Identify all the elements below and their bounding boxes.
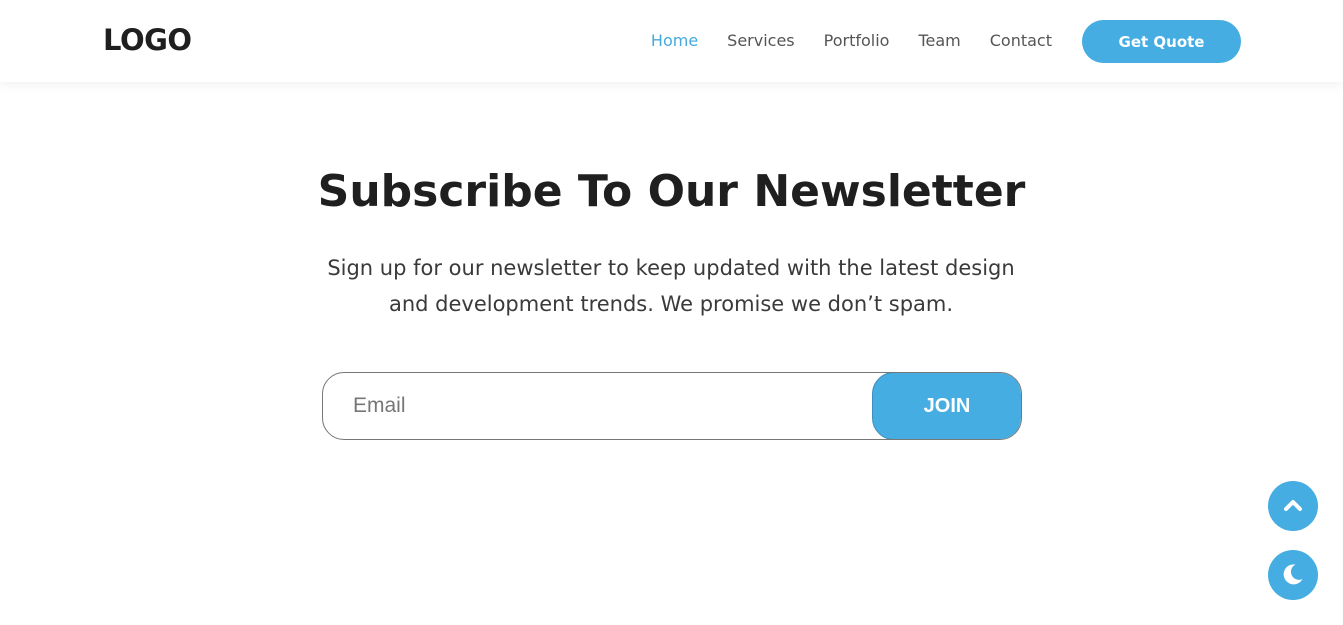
newsletter-description: Sign up for our newsletter to keep updat…: [327, 256, 1015, 316]
nav-item-home[interactable]: Home: [651, 31, 698, 51]
nav-item-portfolio[interactable]: Portfolio: [824, 31, 890, 51]
nav-item-contact[interactable]: Contact: [990, 31, 1052, 51]
get-quote-button[interactable]: Get Quote: [1082, 20, 1241, 63]
nav-item-team[interactable]: Team: [918, 31, 960, 51]
email-input[interactable]: [323, 373, 873, 439]
site-header: LOGO Home Services Portfolio Team Contac…: [0, 0, 1343, 82]
newsletter-form: JOIN: [322, 372, 1022, 440]
join-button[interactable]: JOIN: [872, 373, 1021, 439]
main-nav: Home Services Portfolio Team Contact: [651, 31, 1052, 51]
scroll-to-top-button[interactable]: [1268, 481, 1318, 531]
moon-icon: [1281, 562, 1305, 589]
theme-toggle-button[interactable]: [1268, 550, 1318, 600]
nav-item-services[interactable]: Services: [727, 31, 794, 51]
chevron-up-icon: [1283, 498, 1303, 515]
newsletter-title: Subscribe To Our Newsletter: [317, 166, 1026, 217]
site-logo[interactable]: LOGO: [103, 23, 192, 57]
